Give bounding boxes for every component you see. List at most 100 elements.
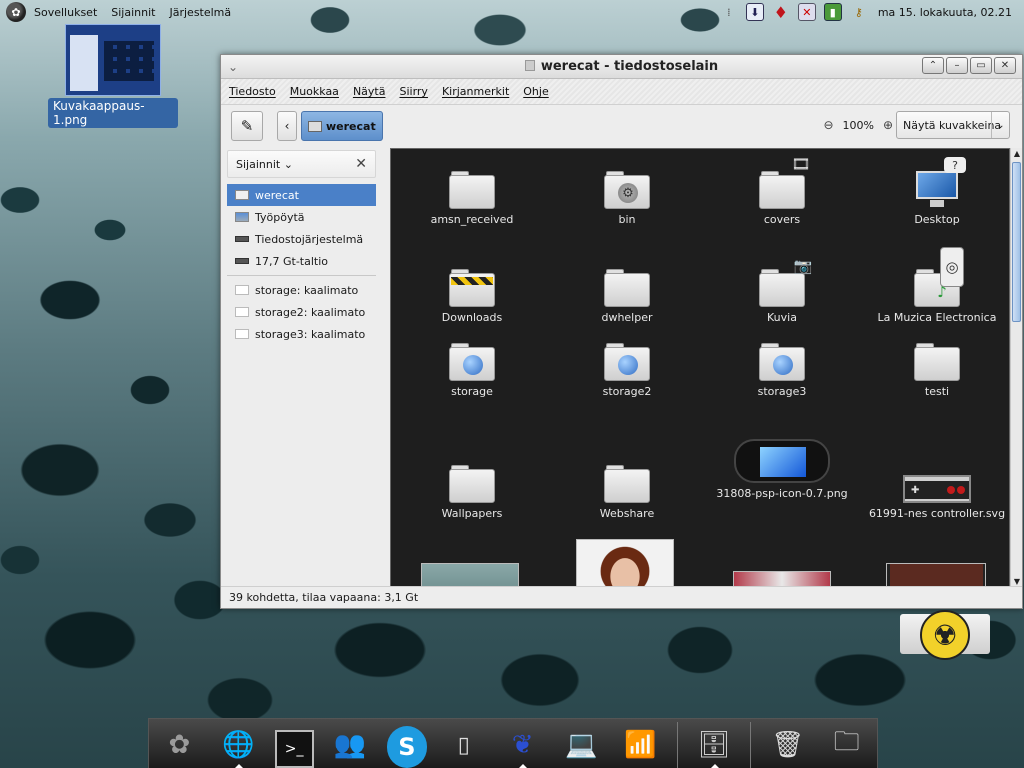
file-item-storage[interactable]: storage	[397, 343, 547, 398]
sidebar-item-filesystem[interactable]: Tiedostojärjestelmä	[227, 228, 376, 250]
path-button-label: werecat	[326, 119, 376, 133]
file-label: Wallpapers	[441, 507, 503, 520]
pane-resize-handle[interactable]	[382, 148, 390, 588]
clock[interactable]: ma 15. lokakuuta, 02.21	[878, 6, 1012, 19]
file-item-storage3[interactable]: storage3	[707, 343, 857, 398]
file-item-la-muzica-electronica[interactable]: ◎ ♪ La Muzica Electronica	[862, 247, 1009, 324]
sidebar-item-werecat[interactable]: werecat	[227, 184, 376, 206]
file-item-bin[interactable]: ⚙ bin	[552, 171, 702, 226]
sidebar-item-storage[interactable]: storage: kaalimato	[227, 279, 376, 301]
sidebar-item-storage3[interactable]: storage3: kaalimato	[227, 323, 376, 345]
window-menu-icon[interactable]: ⌄	[221, 60, 245, 74]
menu-system[interactable]: Järjestelmä	[169, 6, 231, 19]
file-label: Desktop	[914, 213, 960, 226]
menu-edit[interactable]: Muokkaa	[290, 85, 339, 98]
ruby-gem-icon[interactable]: ♦	[772, 3, 790, 22]
file-item-dwhelper[interactable]: dwhelper	[552, 269, 702, 324]
laptop-icon[interactable]: 💻	[559, 722, 604, 768]
ipod-icon[interactable]: ▯	[441, 722, 486, 768]
skype-icon[interactable]: S	[386, 726, 428, 768]
icon-view[interactable]: amsn_received ⚙ bin 🎞 covers ? Desktop D…	[390, 148, 1010, 588]
sidebar-item-storage2[interactable]: storage2: kaalimato	[227, 301, 376, 323]
battery-icon[interactable]: ▮	[823, 3, 842, 21]
file-label: Webshare	[599, 507, 655, 520]
drag-handle-icon[interactable]: ⁞	[720, 3, 738, 21]
sidebar-item-label: 17,7 Gt-taltio	[255, 254, 329, 268]
scrollbar-thumb[interactable]	[1012, 162, 1021, 322]
zoom-level[interactable]: 100%	[843, 119, 874, 132]
zoom-in-icon[interactable]: ⊕	[880, 117, 896, 133]
terminal-icon[interactable]: >_	[274, 730, 314, 768]
desktop-file-screenshot[interactable]: Kuvakaappaus-1.png	[48, 24, 178, 128]
file-item-covers[interactable]: 🎞 covers	[707, 155, 857, 226]
view-mode-select[interactable]: Näytä kuvakkeina ⌄	[896, 111, 1010, 139]
path-button-home[interactable]: werecat	[301, 111, 383, 141]
path-back-button[interactable]: ‹	[277, 111, 297, 141]
update-notifier-icon[interactable]: ⬇	[745, 3, 764, 21]
globe-browser-icon[interactable]: 🌐	[216, 722, 261, 768]
window-titlebar[interactable]: ⌄ werecat - tiedostoselain ⌃ – ▭ ✕	[221, 55, 1022, 79]
sidebar-mode-select[interactable]: Sijainnit ⌄	[236, 158, 293, 171]
menu-places[interactable]: Sijainnit	[111, 6, 155, 19]
file-manager-window: ⌄ werecat - tiedostoselain ⌃ – ▭ ✕ Tiedo…	[220, 54, 1023, 609]
messenger-icon[interactable]: 👥	[328, 722, 373, 768]
edit-location-button[interactable]: ✎	[231, 111, 263, 141]
menu-view[interactable]: Näytä	[353, 85, 386, 98]
file-label: dwhelper	[601, 311, 653, 324]
gnome-foot-icon[interactable]: ✿	[6, 2, 26, 22]
vertical-scrollbar[interactable]: ▲ ▼	[1010, 148, 1022, 588]
file-item-psp-icon[interactable]: 31808-psp-icon-0.7.png	[707, 439, 857, 500]
sidebar-header: Sijainnit ⌄ ✕	[227, 150, 376, 178]
image-thumbnail[interactable]	[421, 563, 519, 587]
file-item-downloads[interactable]: Downloads	[397, 269, 547, 324]
video-thumbnail[interactable]	[886, 563, 986, 587]
thumbnail-grid	[104, 41, 154, 81]
folder-network-icon	[449, 343, 495, 381]
folder-network-icon	[759, 343, 805, 381]
file-item-testi[interactable]: testi	[862, 343, 1009, 398]
maximize-button[interactable]: ▭	[970, 57, 992, 74]
pidgin-icon[interactable]: ❦	[500, 722, 545, 768]
close-button[interactable]: ✕	[994, 57, 1016, 74]
file-item-storage2[interactable]: storage2	[552, 343, 702, 398]
desktop-radiation-icon[interactable]: ☢	[900, 610, 990, 660]
sidebar-item-desktop[interactable]: Työpöytä	[227, 206, 376, 228]
network-wireless-icon[interactable]: 📶	[618, 722, 663, 768]
dock: ✿ 🌐 >_ 👥 S ▯ ❦ 💻 📶 🗄 🗑 🗀	[148, 718, 878, 768]
menu-go[interactable]: Siirry	[399, 85, 427, 98]
content-area: Sijainnit ⌄ ✕ werecat Työpöytä Tiedostoj…	[221, 148, 1022, 588]
file-item-wallpapers[interactable]: Wallpapers	[397, 465, 547, 520]
file-item-amsn_received[interactable]: amsn_received	[397, 171, 547, 226]
portrait-thumbnail[interactable]	[576, 539, 674, 587]
folder-icon	[604, 269, 650, 307]
zoom-out-icon[interactable]: ⊖	[821, 117, 837, 133]
menu-file[interactable]: Tiedosto	[229, 85, 276, 98]
network-disconnected-icon[interactable]: ✕	[797, 3, 816, 21]
sidebar-close-icon[interactable]: ✕	[355, 156, 367, 172]
menu-bookmarks[interactable]: Kirjanmerkit	[442, 85, 509, 98]
shade-button[interactable]: ⌃	[922, 57, 944, 74]
keyring-icon[interactable]: ⚷	[850, 3, 868, 21]
network-share-icon	[235, 307, 249, 317]
sidebar-item-volume[interactable]: 17,7 Gt-taltio	[227, 250, 376, 272]
file-item-webshare[interactable]: Webshare	[552, 465, 702, 520]
sidebar-item-label: storage3: kaalimato	[255, 327, 366, 341]
menu-applications[interactable]: Sovellukset	[34, 6, 97, 19]
gnome-foot-icon[interactable]: ✿	[157, 722, 202, 768]
file-item-kuvia[interactable]: 📷 Kuvia	[707, 257, 857, 324]
file-item-desktop[interactable]: ? Desktop	[862, 157, 1009, 226]
scroll-up-icon[interactable]: ▲	[1011, 148, 1023, 160]
note-emblem-icon: ?	[944, 157, 966, 173]
trash-icon[interactable]: 🗑	[765, 722, 810, 768]
folder-icon[interactable]: 🗀	[824, 722, 869, 768]
menu-help[interactable]: Ohje	[523, 85, 548, 98]
minimize-button[interactable]: –	[946, 57, 968, 74]
file-label: amsn_received	[430, 213, 514, 226]
folder-icon	[449, 171, 495, 209]
folder-video-icon: 🎞	[759, 155, 811, 209]
status-bar: 39 kohdetta, tilaa vapaana: 3,1 Gt	[221, 586, 1022, 608]
file-item-nes-controller[interactable]: ✚ 61991-nes controller.svg	[862, 475, 1009, 520]
sidebar-item-label: storage2: kaalimato	[255, 305, 366, 319]
sidebar-divider	[227, 275, 376, 276]
file-cabinet-icon[interactable]: 🗄	[692, 722, 737, 768]
